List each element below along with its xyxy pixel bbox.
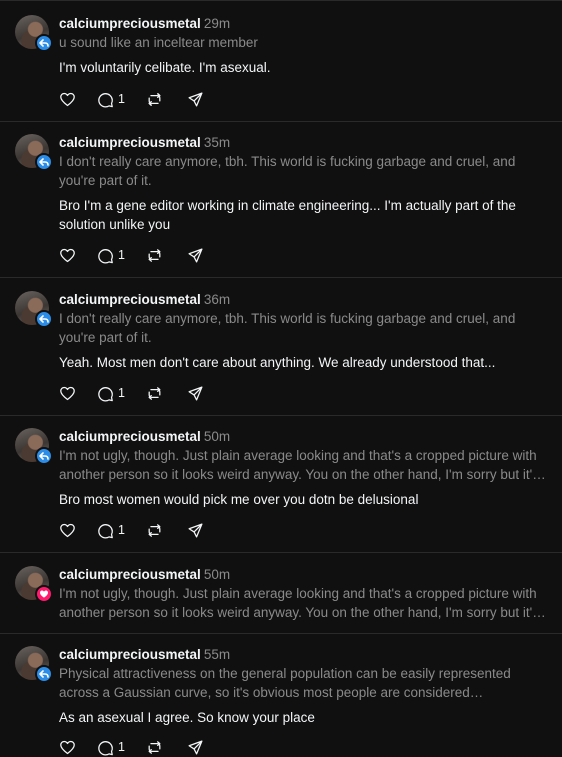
comment-button[interactable]: 1 xyxy=(97,520,125,540)
item-header: calciumpreciousmetal 35m xyxy=(59,134,230,151)
like-button[interactable] xyxy=(59,245,76,265)
comment-button[interactable]: 1 xyxy=(97,737,125,757)
send-icon xyxy=(188,385,203,401)
repost-button[interactable] xyxy=(146,737,163,757)
quoted-text[interactable]: I'm not ugly, though. Just plain average… xyxy=(59,585,549,622)
timestamp: 50m xyxy=(203,567,231,582)
quoted-text: I'm not ugly, though. Just plain average… xyxy=(59,448,539,482)
username[interactable]: calciumpreciousmetal xyxy=(59,135,201,150)
comment-count: 1 xyxy=(118,386,125,400)
share-button[interactable] xyxy=(187,383,204,403)
username[interactable]: calciumpreciousmetal xyxy=(59,292,201,307)
comment-count: 1 xyxy=(118,523,125,537)
reply-badge-icon xyxy=(35,665,53,683)
timestamp: 55m xyxy=(203,647,231,662)
item-header: calciumpreciousmetal 50m xyxy=(59,566,230,583)
divider xyxy=(0,552,562,553)
comment-icon xyxy=(98,386,113,402)
repost-icon xyxy=(148,386,161,400)
timestamp: 35m xyxy=(203,135,231,150)
heart-icon xyxy=(60,740,75,754)
divider xyxy=(0,415,562,416)
comment-icon xyxy=(98,740,113,756)
repost-icon xyxy=(148,740,161,754)
top-divider xyxy=(0,0,562,1)
comment-icon xyxy=(98,523,113,539)
item-header: calciumpreciousmetal 55m xyxy=(59,646,230,663)
item-header: calciumpreciousmetal 36m xyxy=(59,291,230,308)
heart-icon xyxy=(60,92,75,106)
repost-button[interactable] xyxy=(146,383,163,403)
quoted-text: u sound like an inceltear member xyxy=(59,35,258,50)
reply-badge-icon xyxy=(35,153,53,171)
comment-count: 1 xyxy=(118,248,125,262)
timestamp: 29m xyxy=(203,16,231,31)
comment-button[interactable]: 1 xyxy=(97,245,125,265)
quoted-text: Physical attractiveness on the general p… xyxy=(59,666,511,700)
share-button[interactable] xyxy=(187,89,204,109)
heart-icon xyxy=(60,523,75,537)
comment-button[interactable]: 1 xyxy=(97,383,125,403)
like-button[interactable] xyxy=(59,737,76,757)
timestamp: 50m xyxy=(203,429,231,444)
like-button[interactable] xyxy=(59,383,76,403)
divider xyxy=(0,633,562,634)
timestamp: 36m xyxy=(203,292,231,307)
repost-icon xyxy=(148,248,161,262)
reply-text[interactable]: Bro I'm a gene editor working in climate… xyxy=(59,196,549,234)
comment-count: 1 xyxy=(118,740,125,754)
reply-badge-icon xyxy=(35,310,53,328)
send-icon xyxy=(188,247,203,263)
repost-button[interactable] xyxy=(146,520,163,540)
reply-text[interactable]: Yeah. Most men don't care about anything… xyxy=(59,353,549,372)
send-icon xyxy=(188,91,203,107)
like-button[interactable] xyxy=(59,89,76,109)
divider xyxy=(0,121,562,122)
repost-button[interactable] xyxy=(146,245,163,265)
share-button[interactable] xyxy=(187,245,204,265)
reply-text[interactable]: I'm voluntarily celibate. I'm asexual. xyxy=(59,58,549,77)
comment-icon xyxy=(98,92,113,108)
reply-badge-icon xyxy=(35,447,53,465)
heart-icon xyxy=(60,386,75,400)
share-button[interactable] xyxy=(187,737,204,757)
reply-badge-icon xyxy=(35,34,53,52)
send-icon xyxy=(188,739,203,755)
quoted-text: I don't really care anymore, tbh. This w… xyxy=(59,154,516,188)
repost-icon xyxy=(148,523,161,537)
share-button[interactable] xyxy=(187,520,204,540)
repost-icon xyxy=(148,92,161,106)
username[interactable]: calciumpreciousmetal xyxy=(59,16,201,31)
item-header: calciumpreciousmetal 50m xyxy=(59,428,230,445)
item-header: calciumpreciousmetal 29m xyxy=(59,15,230,32)
quoted-text: I don't really care anymore, tbh. This w… xyxy=(59,311,516,345)
repost-button[interactable] xyxy=(146,89,163,109)
comment-button[interactable]: 1 xyxy=(97,89,125,109)
comment-count: 1 xyxy=(118,92,125,106)
divider xyxy=(0,277,562,278)
send-icon xyxy=(188,522,203,538)
reply-text[interactable]: As an asexual I agree. So know your plac… xyxy=(59,708,549,727)
username[interactable]: calciumpreciousmetal xyxy=(59,429,201,444)
reply-text[interactable]: Bro most women would pick me over you do… xyxy=(59,490,549,509)
comment-icon xyxy=(98,248,113,264)
heart-icon xyxy=(60,248,75,262)
username[interactable]: calciumpreciousmetal xyxy=(59,567,201,582)
like-button[interactable] xyxy=(59,520,76,540)
username[interactable]: calciumpreciousmetal xyxy=(59,647,201,662)
heart-badge-icon xyxy=(35,585,53,603)
